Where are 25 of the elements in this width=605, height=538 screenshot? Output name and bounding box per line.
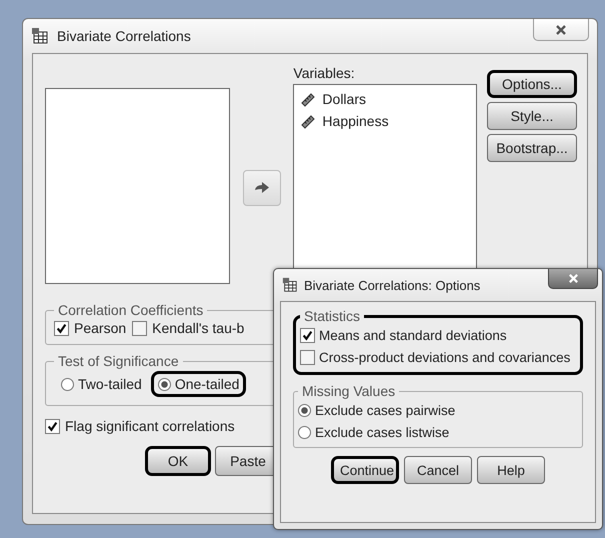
variable-item[interactable]: Happiness [322,113,389,129]
radio-label: One-tailed [174,376,240,392]
checkbox-label: Means and standard deviations [319,328,507,342]
side-button[interactable]: Options... [487,70,577,98]
dialog-button[interactable]: Cancel [404,456,472,484]
radio-label: Two-tailed [78,376,142,392]
checkbox-label: Kendall's tau-b [152,320,244,336]
side-button[interactable]: Bootstrap... [487,134,577,162]
checkbox-label: Cross-product deviations and covariances [319,350,570,364]
group-title: Missing Values [301,383,396,399]
radio-option[interactable]: Two-tailed [54,371,149,397]
checkbox-label: Flag significant correlations [65,418,235,434]
group-title: Test of Significance [57,353,180,369]
dialog-button[interactable]: OK [145,446,211,476]
dialog-button[interactable]: Continue [331,456,399,484]
variables-label: Variables: [293,66,356,80]
side-button[interactable]: Style... [487,102,577,130]
dialog-button[interactable]: Help [477,456,545,484]
group-title: Correlation Coefficients [57,302,204,318]
checkbox-label: Pearson [74,320,126,336]
radio-label: Exclude cases pairwise [315,402,456,418]
variable-item[interactable]: Dollars [322,91,366,107]
window-title: Bivariate Correlations [57,28,191,44]
radio-option[interactable]: One-tailed [150,371,246,397]
radio-label: Exclude cases listwise [315,424,450,440]
